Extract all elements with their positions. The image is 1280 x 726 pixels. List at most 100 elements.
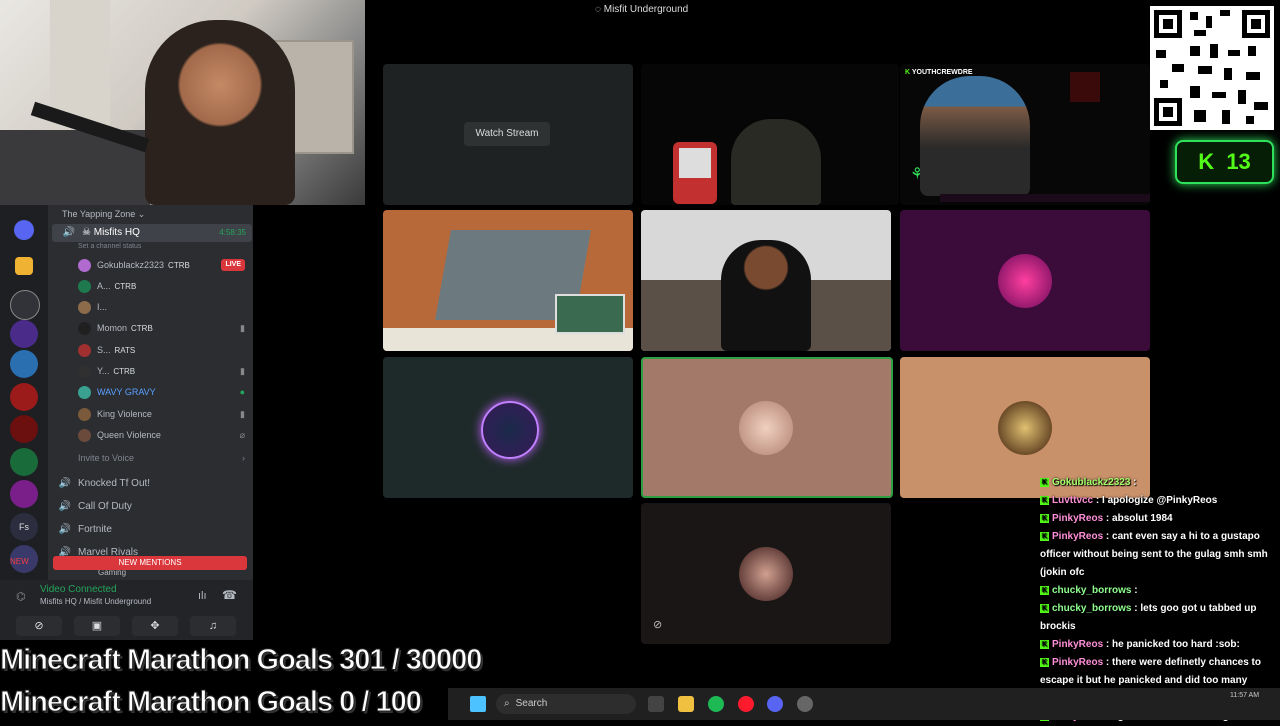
new-mentions-banner[interactable]: NEW MENTIONS [53, 556, 247, 570]
chat-message: Kchucky_borrows : lets goo got u tabbed … [1040, 603, 1257, 632]
video-tile[interactable] [641, 64, 899, 205]
server-list: Fs [0, 205, 48, 580]
avatar-tile[interactable] [900, 210, 1150, 351]
taskbar-clock[interactable]: 11:57 AM [1230, 692, 1259, 699]
voice-channel[interactable]: 🔊 Call Of Duty [48, 498, 263, 516]
channel-status-hint[interactable]: Set a channel status [48, 238, 283, 256]
voice-user[interactable]: Y... CTRB ▮ [78, 362, 253, 380]
voice-user[interactable]: King Violence ▮ [78, 405, 253, 423]
game-stream-tile[interactable] [383, 210, 633, 351]
facecam-overlay [555, 294, 625, 334]
streamer-figure [145, 20, 295, 205]
kick-icon: K [1040, 513, 1049, 523]
folder-icon[interactable] [15, 257, 33, 275]
obs-icon[interactable] [797, 696, 813, 712]
goal-overlay-2: Minecraft Marathon Goals 0 / 100 [0, 686, 422, 719]
etch-a-sketch [673, 142, 717, 204]
video-tile[interactable]: K YOUTHCREWDRE ⚘ [900, 64, 1150, 205]
window-title: ◌ Misfit Underground [595, 4, 689, 15]
taskbar-search[interactable]: ⌕ Search [496, 694, 636, 714]
kick-icon: K [1040, 657, 1049, 667]
kick-icon: K [1040, 585, 1049, 595]
chat-message: K Luvttvcc : I apologize @PinkyReos [1040, 495, 1218, 506]
server-icon[interactable] [10, 383, 38, 411]
screen-icon: ▣ [91, 620, 103, 632]
kick-viewer-count: K 13 [1175, 140, 1274, 184]
soundboard-icon: ♫ [208, 620, 218, 632]
kick-icon: K [1040, 531, 1049, 541]
user-avatar [739, 401, 793, 455]
overlay-tag: K YOUTHCREWDRE [905, 69, 973, 76]
voice-path[interactable]: Misfits HQ / Misfit Underground [40, 597, 151, 606]
disconnect-icon[interactable]: ☎ [222, 588, 237, 602]
chat-message: K PinkyReos : he panicked too hard :sob: [1040, 639, 1240, 650]
chat-overlay: K Gokublackz2323 : K Luvttvcc : I apologiz… [1037, 474, 1280, 722]
camera-icon: ▮ [240, 323, 245, 333]
file-explorer-icon[interactable] [678, 696, 694, 712]
noise-suppression-icon[interactable]: ılı [198, 590, 207, 602]
camera-off-icon: ⊘ [34, 620, 44, 632]
logo-icon [1070, 72, 1100, 102]
speaker-icon: 🔊 [58, 501, 72, 512]
server-icon[interactable]: Fs [10, 513, 38, 541]
avatar-tile[interactable]: ⊘ [641, 503, 891, 644]
kick-icon: K [1040, 603, 1049, 613]
signal-icon: ⌬ [16, 591, 26, 603]
screenshare-button[interactable]: ▣ [74, 616, 120, 636]
server-icon[interactable] [10, 415, 38, 443]
chat-message: K PinkyReos : absolut 1984 [1040, 513, 1173, 524]
person-figure [920, 76, 1030, 196]
voice-status: Video Connected [40, 584, 117, 595]
server-icon[interactable] [10, 290, 40, 320]
search-icon: ⌕ [504, 698, 510, 709]
camera-icon: ▮ [240, 409, 245, 419]
skull-icon: ☠ [82, 227, 94, 238]
server-icon[interactable] [10, 320, 38, 348]
windows-start-icon[interactable] [470, 696, 486, 712]
user-avatar [998, 254, 1052, 308]
voice-user[interactable]: S... RATS [78, 341, 253, 359]
chat-message: K Gokublackz2323 : [1040, 477, 1137, 488]
kick-icon: K [1198, 149, 1215, 174]
speaker-icon: 🔊 [58, 524, 72, 535]
server-icon[interactable] [10, 480, 38, 508]
avatar-tile[interactable] [383, 357, 633, 498]
voice-user[interactable]: I... [78, 298, 253, 316]
kick-icon: K [1040, 639, 1049, 649]
voice-user[interactable]: Gokublackz2323 CTRB LIVE [78, 256, 253, 274]
soundboard-button[interactable]: ♫ [190, 616, 236, 636]
category-header[interactable]: The Yapping Zone ⌄ [48, 205, 267, 223]
voice-user[interactable]: WAVY GRAVY ● [78, 383, 253, 401]
spotify-icon[interactable] [708, 696, 724, 712]
opera-icon[interactable] [738, 696, 754, 712]
voice-user[interactable]: Momon CTRB ▮ [78, 319, 253, 337]
camera-button[interactable]: ⊘ [16, 616, 62, 636]
user-avatar [739, 547, 793, 601]
voice-channel[interactable]: 🔊 Knocked Tf Out! [48, 475, 263, 493]
qr-code [1150, 6, 1274, 130]
muted-icon: ⊘ [653, 619, 663, 631]
webcam-feed [0, 0, 365, 205]
server-icon[interactable] [10, 350, 38, 378]
video-tile[interactable] [641, 210, 891, 351]
voice-user[interactable]: A... CTRB [78, 277, 253, 295]
voice-channel[interactable]: 🔊 Fortnite [48, 521, 263, 539]
server-icon[interactable] [10, 448, 38, 476]
discord-icon[interactable] [767, 696, 783, 712]
overlay-ticker [940, 194, 1150, 202]
invite-to-voice[interactable]: Invite to Voice › [78, 449, 253, 467]
user-avatar [481, 401, 539, 459]
chat-message: K PinkyReos : cant even say a hi to a gus… [1040, 531, 1268, 578]
server-icon[interactable] [14, 220, 34, 240]
task-view-icon[interactable] [648, 696, 664, 712]
stream-icon: ● [239, 387, 245, 397]
channel-list: The Yapping Zone ⌄ 🔊 ☠ Misfits HQ 4:58:35… [48, 205, 253, 580]
kick-icon: K [1040, 477, 1049, 487]
watch-stream-button[interactable]: Watch Stream [464, 122, 550, 146]
new-label: NEW [10, 557, 29, 566]
voice-user[interactable]: Queen Violence ⌀ [78, 426, 253, 444]
activities-button[interactable]: ✥ [132, 616, 178, 636]
speaker-icon: 🔊 [58, 478, 72, 489]
chat-message: Kchucky_borrows : [1040, 585, 1138, 596]
avatar-tile-speaking[interactable] [641, 357, 893, 498]
